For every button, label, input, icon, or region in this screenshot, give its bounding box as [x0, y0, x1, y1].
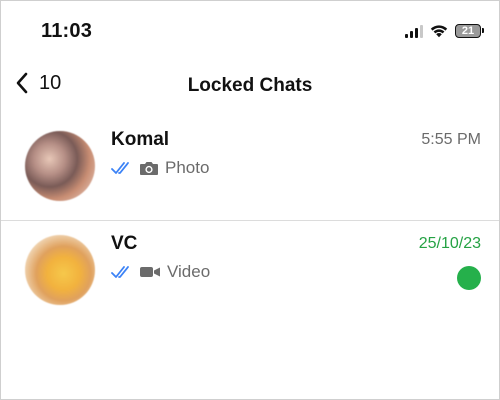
chat-row-komal[interactable]: Komal Photo 5:55 PM [1, 119, 499, 219]
video-icon [140, 267, 160, 277]
double-check-icon [111, 162, 129, 174]
avatar [25, 235, 95, 305]
status-time: 11:03 [41, 20, 93, 42]
chat-preview: Photo [111, 158, 209, 178]
unread-badge [457, 266, 481, 290]
divider [1, 220, 499, 221]
chat-preview-text: Video [167, 262, 211, 281]
chat-row-vc[interactable]: VC Video 25/10/23 [1, 223, 499, 323]
chat-preview: Video [111, 262, 210, 282]
page-title: Locked Chats [187, 75, 313, 96]
nav-header: 10 Locked Chats [1, 63, 499, 109]
battery-icon: 21 [455, 23, 484, 38]
chat-time: 5:55 PM [421, 131, 481, 148]
chat-name: Komal [111, 129, 170, 150]
chat-preview-text: Photo [165, 158, 210, 177]
signal-icon [405, 24, 423, 38]
status-bar: 11:03 21 [1, 1, 499, 61]
battery-level: 21 [461, 24, 475, 37]
status-icons: 21 [405, 23, 484, 38]
chat-name: VC [111, 233, 138, 254]
wifi-icon [430, 25, 448, 38]
chat-time: 25/10/23 [418, 235, 481, 252]
camera-icon [140, 162, 158, 175]
locked-chats-screen: 11:03 21 10 Locked Chats Komal Photo 5:5… [0, 0, 500, 400]
double-check-icon [111, 266, 129, 278]
avatar [25, 131, 95, 201]
